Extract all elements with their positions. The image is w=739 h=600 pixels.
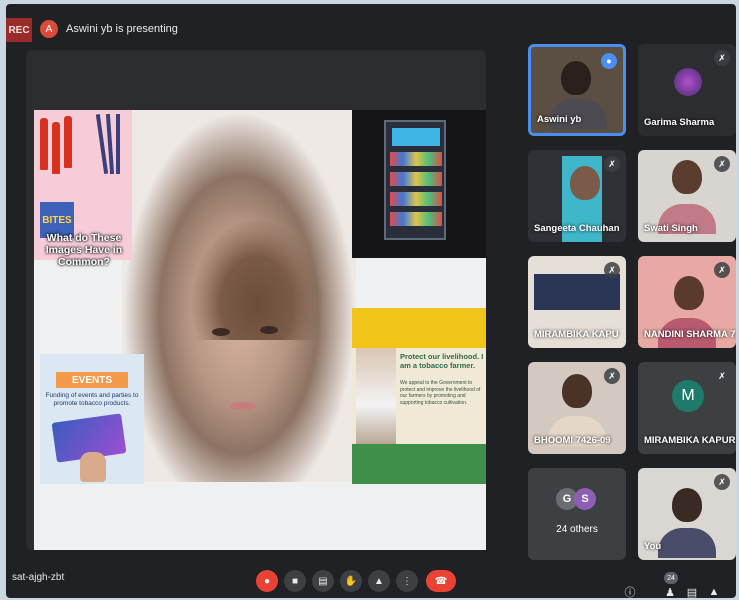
left-eye — [212, 328, 230, 336]
chat-icon[interactable]: ▤ — [684, 584, 700, 599]
slide-face-image — [122, 110, 356, 482]
stick-shape — [116, 114, 120, 174]
participant-name: Sangeeta Chauhan — [534, 223, 620, 234]
camera-button[interactable]: ■ — [284, 570, 306, 592]
participant-video — [534, 274, 620, 310]
mic-off-icon: ✗ — [714, 156, 730, 172]
vending-row — [390, 192, 442, 206]
vending-machine — [384, 120, 446, 240]
farmer-poster-image: Protect our livelihood. I am a tobacco f… — [352, 308, 486, 484]
others-count: 24 others — [556, 524, 598, 535]
mic-off-icon: ✗ — [714, 262, 730, 278]
recording-indicator: REC — [6, 18, 32, 42]
participant-name: BHOOMI 7426-09 — [534, 435, 611, 446]
people-count-badge: 24 — [664, 572, 678, 584]
vending-row — [390, 212, 442, 226]
meet-window: REC A Aswini yb is presenting BITES What… — [6, 4, 736, 598]
events-text: Funding of events and parties to promote… — [45, 392, 139, 407]
vending-screen — [392, 128, 440, 146]
hand-shape — [80, 452, 106, 482]
slide: BITES What do These Images Have in Commo… — [34, 110, 486, 550]
speaking-icon: ● — [601, 53, 617, 69]
participant-tile[interactable]: ✗ BHOOMI 7426-09 — [528, 362, 626, 454]
lips — [230, 402, 256, 410]
participant-name: Garima Sharma — [644, 117, 715, 128]
participant-tile[interactable]: ✗ Garima Sharma — [638, 44, 736, 136]
bottle-shape — [40, 118, 48, 170]
participant-video — [562, 374, 592, 408]
participant-video — [674, 276, 704, 310]
participant-tile[interactable]: ✗ NANDINI SHARMA 7... — [638, 256, 736, 348]
mic-off-icon: ✗ — [714, 50, 730, 66]
products-image: BITES What do These Images Have in Commo… — [34, 110, 132, 268]
participant-tile[interactable]: ● Aswini yb — [528, 44, 626, 136]
vending-row — [390, 172, 442, 186]
participant-tile[interactable]: ✗ Sangeeta Chauhan — [528, 150, 626, 242]
poster-body: We appeal to the Government to protect a… — [400, 380, 481, 406]
right-eye — [260, 326, 278, 334]
participant-video — [672, 160, 702, 194]
mic-off-icon: ✗ — [714, 474, 730, 490]
vending-machine-image — [352, 110, 486, 258]
presenter-text: Aswini yb is presenting — [66, 23, 178, 35]
farmer-photo — [356, 348, 396, 444]
participant-tile[interactable]: ✗ Swati Singh — [638, 150, 736, 242]
events-heading: EVENTS — [56, 372, 128, 388]
end-call-button[interactable]: ☎ — [426, 570, 456, 592]
activities-icon[interactable]: ▲ — [706, 584, 722, 598]
participant-avatar: M — [672, 380, 704, 412]
self-tile[interactable]: ✗ You — [638, 468, 736, 560]
stick-shape — [105, 113, 115, 175]
participant-name: MIRAMBIKA KAPUR 9... — [644, 435, 736, 446]
raise-hand-button[interactable]: ✋ — [340, 570, 362, 592]
presentation-stage[interactable]: BITES What do These Images Have in Commo… — [26, 50, 486, 550]
present-button[interactable]: ▲ — [368, 570, 390, 592]
participant-video — [561, 61, 591, 95]
captions-button[interactable]: ▤ — [312, 570, 334, 592]
participant-name: You — [644, 541, 662, 552]
mic-off-icon: ✗ — [604, 368, 620, 384]
participant-avatar — [674, 68, 702, 96]
presenter-avatar: A — [40, 20, 58, 38]
bottle-shape — [52, 122, 60, 174]
mic-off-icon: ✗ — [604, 156, 620, 172]
mic-off-icon: ✗ — [604, 262, 620, 278]
participant-video — [658, 528, 716, 558]
bottle-shape — [64, 116, 72, 168]
participant-name: Aswini yb — [537, 114, 582, 125]
hair-shape — [192, 220, 322, 340]
mic-off-button[interactable]: ● — [256, 570, 278, 592]
meeting-code: sat-ajgh-zbt — [12, 572, 65, 583]
more-options-button[interactable]: ⋮ — [396, 570, 418, 592]
people-icon[interactable]: ♟ — [662, 584, 678, 599]
participant-tile[interactable]: ✗ MIRAMBIKA KAPU — [528, 256, 626, 348]
participant-name: Swati Singh — [644, 223, 698, 234]
vending-row — [390, 152, 442, 166]
participant-tile[interactable]: M ✗ MIRAMBIKA KAPUR 9... — [638, 362, 736, 454]
participant-name: NANDINI SHARMA 7... — [644, 329, 736, 340]
presenter-banner: A Aswini yb is presenting — [40, 16, 178, 42]
participant-video — [570, 166, 600, 200]
poster-footer — [352, 444, 486, 484]
events-image: EVENTS Funding of events and parties to … — [40, 354, 144, 484]
others-avatar: S — [574, 488, 596, 510]
mic-off-icon: ✗ — [714, 368, 730, 384]
info-icon[interactable]: ⓘ — [622, 584, 638, 598]
others-tile[interactable]: G S 24 others — [528, 468, 626, 560]
participant-video — [672, 488, 702, 522]
products-caption: What do These Images Have in Common? — [45, 232, 123, 268]
poster-band — [352, 308, 486, 348]
poster-title: Protect our livelihood. I am a tobacco f… — [400, 352, 484, 370]
participant-name: MIRAMBIKA KAPU — [534, 329, 619, 340]
